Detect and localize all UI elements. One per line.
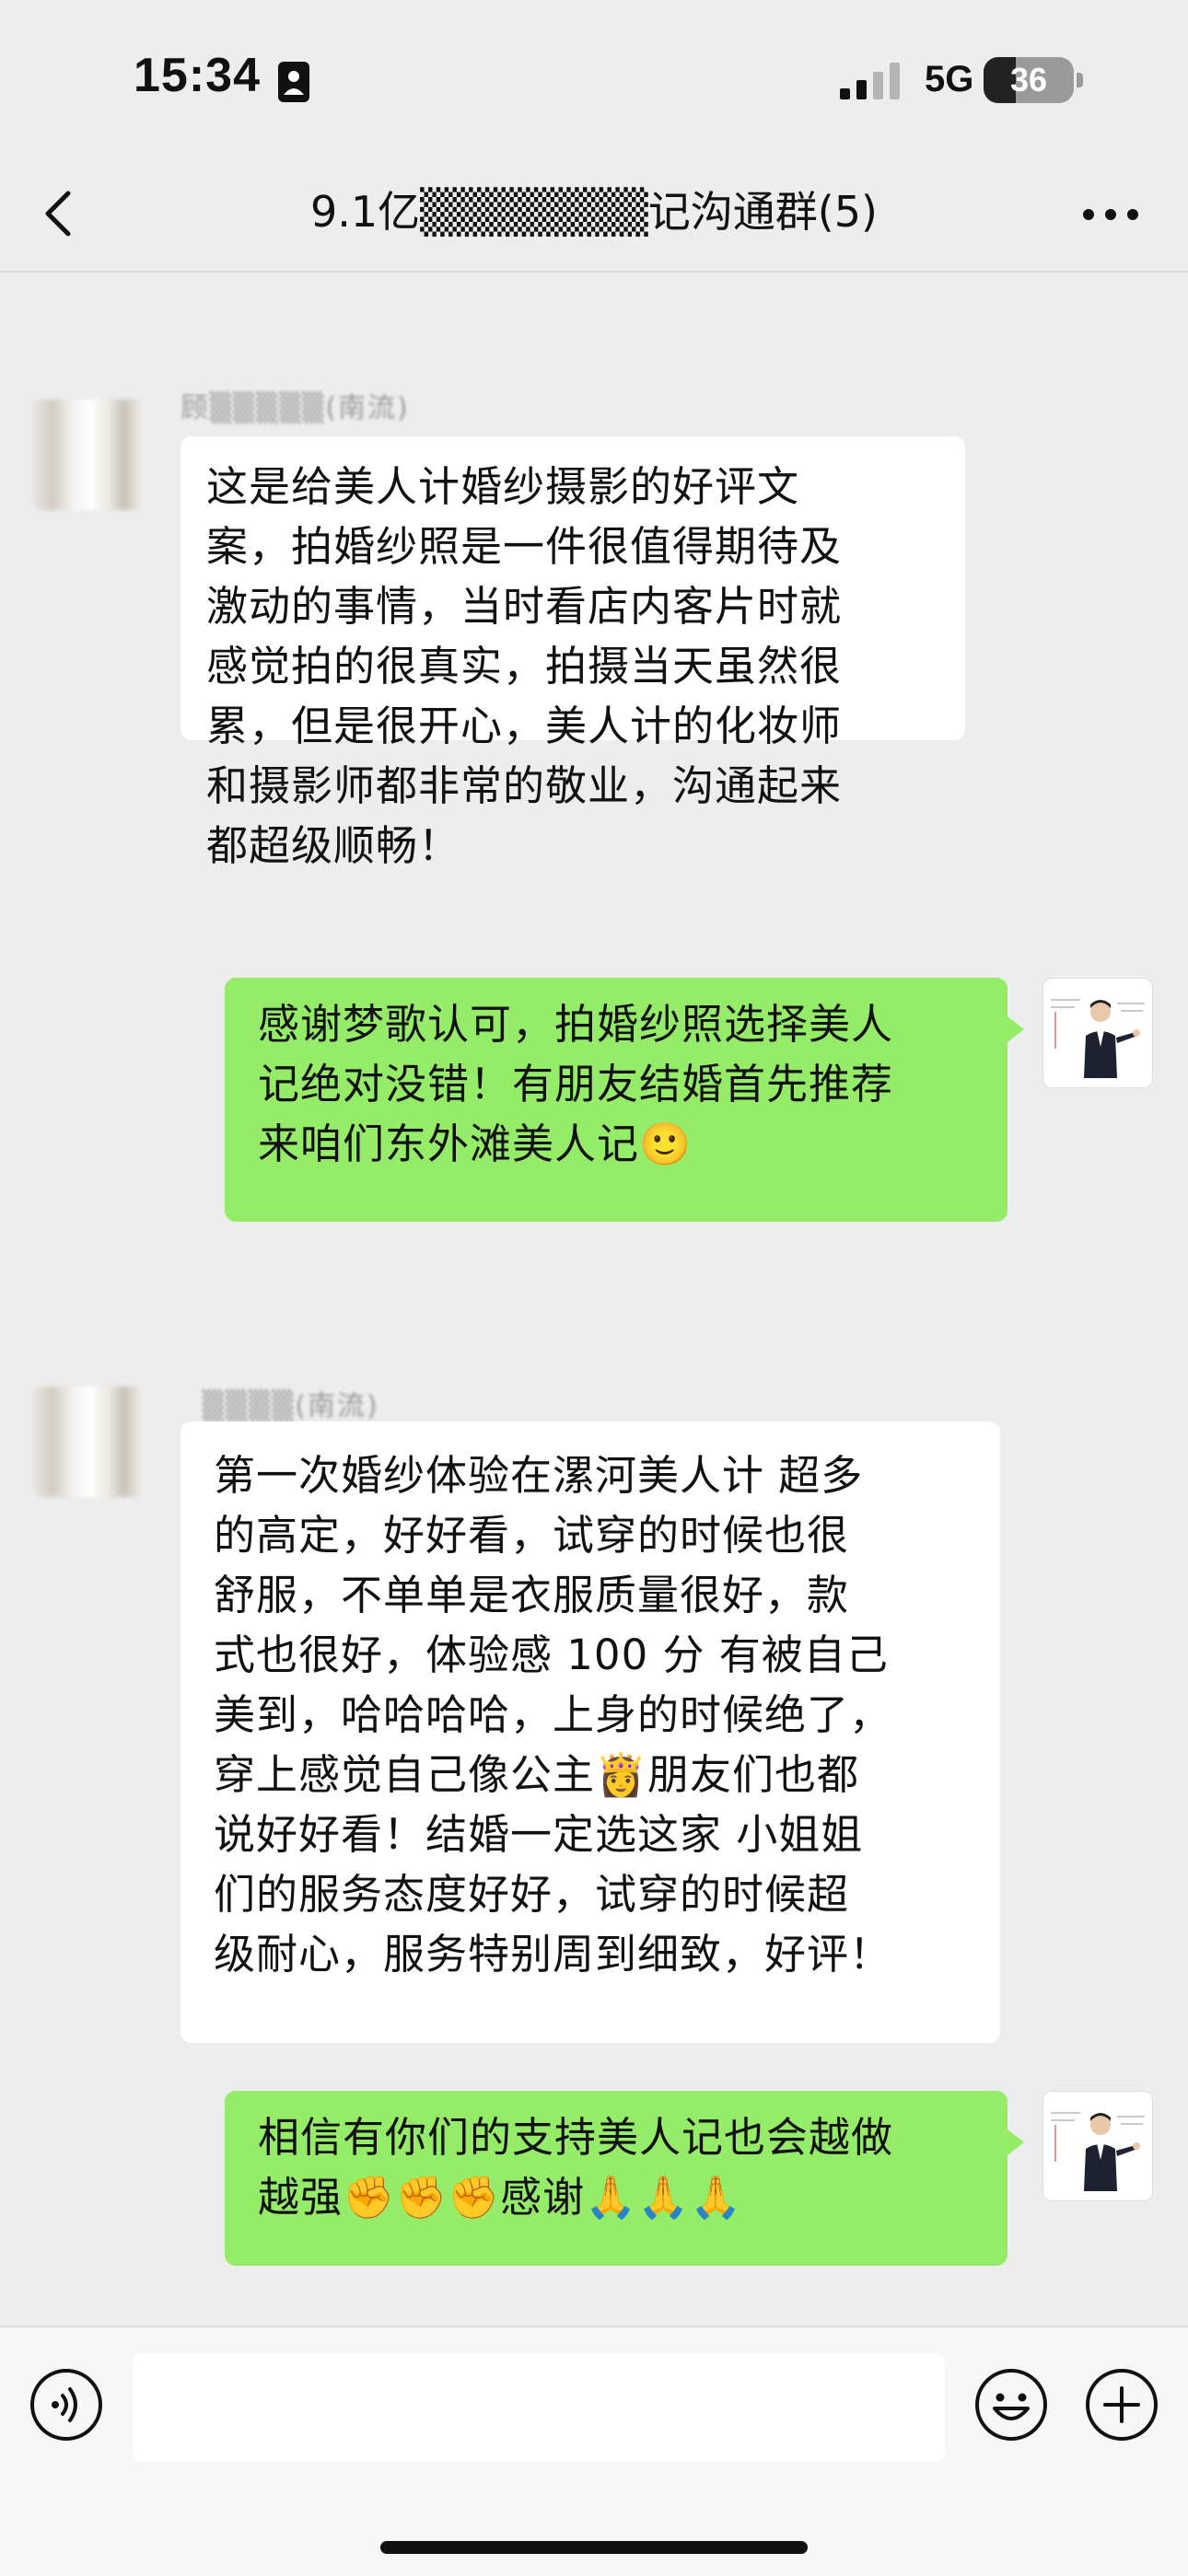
focus-person-icon <box>278 62 309 102</box>
message-text: 相信有你们的支持美人记也会越做 越强✊✊✊感谢🙏🙏🙏 <box>258 2113 894 2222</box>
nav-bar: 9.1亿▒▒▒▒▒▒▒记沟通群(5) <box>0 157 1188 273</box>
chevron-left-icon[interactable] <box>33 179 88 249</box>
network-type: 5G <box>925 59 974 99</box>
message-bubble-outgoing[interactable]: 感谢梦歌认可，拍婚纱照选择美人 记绝对没错！有朋友结婚首先推荐 来咱们东外滩美人… <box>225 978 1024 1222</box>
emoji-icon[interactable] <box>973 2366 1050 2443</box>
input-bar <box>0 2326 1188 2576</box>
avatar[interactable] <box>33 1387 144 1497</box>
signal-icon <box>840 63 900 99</box>
self-avatar[interactable] <box>1042 2091 1153 2201</box>
message-bubble-incoming[interactable]: 这是给美人计婚纱摄影的好评文 案，拍婚纱照是一件很值得期待及 激动的事情，当时看… <box>181 436 965 870</box>
home-indicator[interactable] <box>380 2541 808 2554</box>
status-bar: 15:34 5G 36 <box>0 0 1188 157</box>
message-bubble-incoming[interactable]: 第一次婚纱体验在漯河美人计 超多 的高定，好好看，试穿的时候也很 舒服，不单单是… <box>181 1421 1000 2043</box>
person-icon <box>1051 999 1145 1078</box>
sender-name: 顾▒▒▒▒▒(南流) <box>181 392 410 424</box>
message-text: 这是给美人计婚纱摄影的好评文 案，拍婚纱照是一件很值得期待及 激动的事情，当时看… <box>206 462 843 870</box>
battery-icon: 36 <box>984 57 1085 103</box>
message-text: 感谢梦歌认可，拍婚纱照选择美人 记绝对没错！有朋友结婚首先推荐 来咱们东外滩美人… <box>258 1000 894 1168</box>
message-text: 第一次婚纱体验在漯河美人计 超多 的高定，好好看，试穿的时候也很 舒服，不单单是… <box>214 1451 892 1978</box>
chat-messages[interactable]: 顾▒▒▒▒▒(南流) 这是给美人计婚纱摄影的好评文 案，拍婚纱照是一件很值得期待… <box>0 273 1188 2326</box>
sender-name: ▒▒▒▒(南流) <box>203 1390 379 1422</box>
voice-icon[interactable] <box>28 2366 105 2443</box>
plus-icon[interactable] <box>1083 2366 1160 2443</box>
message-input[interactable] <box>133 2353 945 2462</box>
person-icon <box>1051 2112 1145 2191</box>
more-horizontal-icon[interactable] <box>1076 182 1146 247</box>
battery-level: 36 <box>1009 61 1048 99</box>
self-avatar[interactable] <box>1042 978 1153 1088</box>
message-bubble-outgoing[interactable]: 相信有你们的支持美人记也会越做 越强✊✊✊感谢🙏🙏🙏 <box>225 2091 1024 2266</box>
status-time: 15:34 <box>134 49 261 102</box>
chat-title: 9.1亿▒▒▒▒▒▒▒记沟通群(5) <box>310 187 878 237</box>
avatar[interactable] <box>33 400 144 510</box>
